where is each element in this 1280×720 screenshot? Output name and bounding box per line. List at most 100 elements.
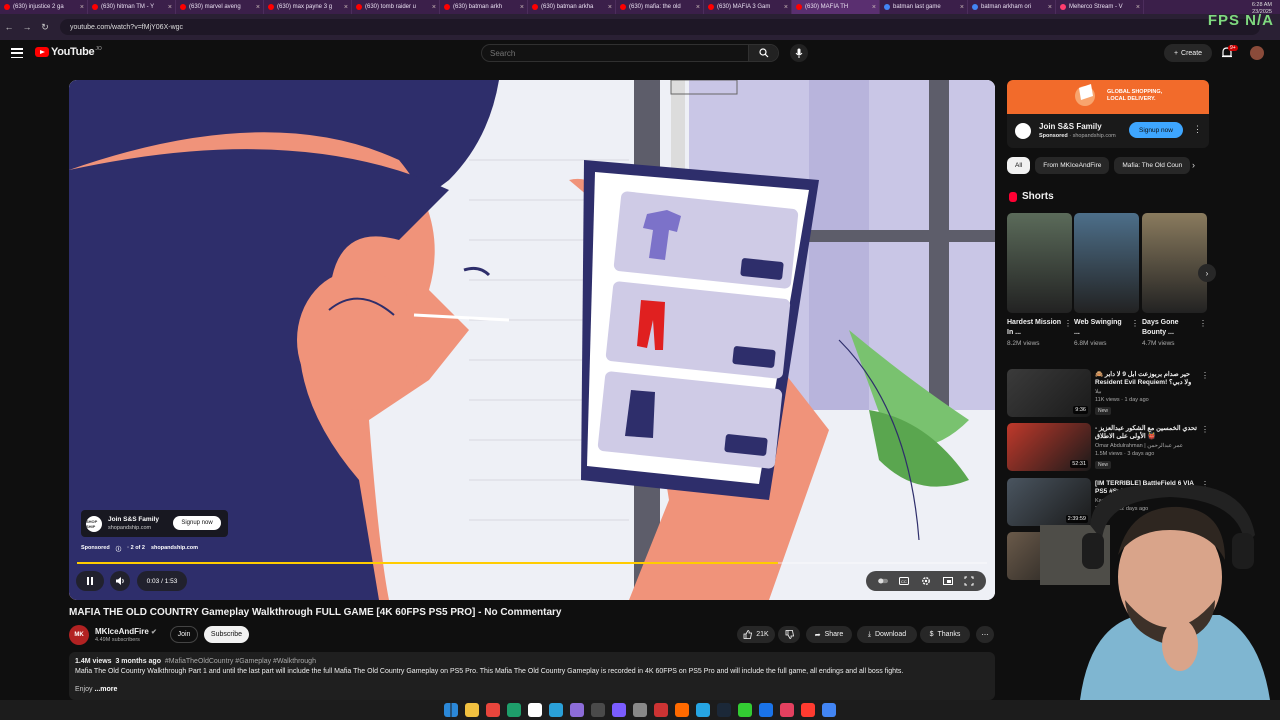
steam-icon[interactable] xyxy=(717,703,731,717)
ad-signup-button[interactable]: Signup now xyxy=(173,516,221,530)
tab-close-icon[interactable]: × xyxy=(872,4,876,11)
sidebar-ad-row[interactable]: Join S&S Family Sponsored · shopandship.… xyxy=(1007,114,1209,148)
app-icon[interactable] xyxy=(759,703,773,717)
voice-search-button[interactable] xyxy=(790,44,808,62)
create-button[interactable]: + Create xyxy=(1164,44,1212,62)
more-vert-icon[interactable]: ⋮ xyxy=(1201,371,1209,380)
shorts-next-button[interactable]: › xyxy=(1198,264,1216,282)
discord-icon[interactable] xyxy=(570,703,584,717)
browser-tab[interactable]: (630) batman arkha × xyxy=(528,0,616,14)
browser-tab[interactable]: (630) MAFIA 3 Gam × xyxy=(704,0,792,14)
firefox-icon[interactable] xyxy=(675,703,689,717)
short-title[interactable]: Hardest Mission In ... xyxy=(1007,318,1062,338)
rec-title[interactable]: تحدي الخمسين مع الشكور عبدالعزيز - الأول… xyxy=(1095,425,1201,441)
browser-tab[interactable]: (630) tomb raider u × xyxy=(352,0,440,14)
join-button[interactable]: Join xyxy=(170,626,198,643)
browser-tab[interactable]: Meherco Stream - V × xyxy=(1056,0,1144,14)
edge-icon[interactable] xyxy=(507,703,521,717)
youtube-logo[interactable]: YouTube JO xyxy=(35,46,102,58)
share-button[interactable]: ➦ Share xyxy=(806,626,852,643)
browser-tab[interactable]: (630) max payne 3 g × xyxy=(264,0,352,14)
tab-close-icon[interactable]: × xyxy=(1136,4,1140,11)
more-vert-icon[interactable]: ⋮ xyxy=(1064,319,1072,328)
info-icon[interactable]: ⓘ xyxy=(116,545,122,553)
sidebar-ad-banner[interactable]: GLOBAL SHOPPING, LOCAL DELIVERY. xyxy=(1007,80,1209,114)
tab-close-icon[interactable]: × xyxy=(1048,4,1052,11)
search-button[interactable] xyxy=(748,45,778,61)
short-thumbnail[interactable] xyxy=(1074,213,1139,313)
tab-close-icon[interactable]: × xyxy=(608,4,612,11)
ad-domain-link[interactable]: shopandship.com xyxy=(151,545,198,553)
captions-icon[interactable]: CC xyxy=(899,576,910,586)
recommended-video[interactable]: 52:31 تحدي الخمسين مع الشكور عبدالعزيز - … xyxy=(1007,423,1209,473)
more-vert-icon[interactable]: ⋮ xyxy=(1199,319,1207,328)
browser-tab[interactable]: (630) MAFIA TH × xyxy=(792,0,880,14)
app-icon[interactable] xyxy=(780,703,794,717)
rec-channel[interactable]: Omar Abdulrahman | عمر عبدالرحمن xyxy=(1095,443,1183,449)
download-button[interactable]: ⤓ Download xyxy=(857,626,917,643)
more-vert-icon[interactable]: ⋮ xyxy=(1193,124,1202,135)
filter-chip[interactable]: Mafia: The Old Coun xyxy=(1114,157,1191,174)
tab-close-icon[interactable]: × xyxy=(520,4,524,11)
tab-close-icon[interactable]: × xyxy=(80,4,84,11)
search-input[interactable] xyxy=(482,48,748,58)
rec-thumbnail[interactable]: 9:36 xyxy=(1007,369,1091,417)
dislike-button[interactable] xyxy=(778,626,800,643)
thanks-button[interactable]: $ Thanks xyxy=(920,626,970,643)
terminal-icon[interactable] xyxy=(591,703,605,717)
settings-icon[interactable] xyxy=(528,703,542,717)
rec-channel[interactable]: بيلا xyxy=(1095,389,1101,395)
volume-button[interactable] xyxy=(110,571,130,591)
chrome-icon[interactable] xyxy=(822,703,836,717)
rec-thumbnail[interactable]: 52:31 xyxy=(1007,423,1091,471)
browser-tab[interactable]: (630) injustice 2 ga × xyxy=(0,0,88,14)
filter-chip[interactable]: From MKIceAndFire xyxy=(1035,157,1110,174)
video-player[interactable]: SHOP SHIP Join S&S Family shopandship.co… xyxy=(69,80,995,600)
more-vert-icon[interactable]: ⋮ xyxy=(1131,319,1139,328)
xbox-icon[interactable] xyxy=(738,703,752,717)
short-title[interactable]: Web Swinging ... xyxy=(1074,318,1129,338)
channel-name[interactable]: MKIceAndFire ✔ xyxy=(95,627,157,636)
forward-icon[interactable]: → xyxy=(18,22,36,32)
file-explorer-icon[interactable] xyxy=(465,703,479,717)
more-actions-button[interactable]: ⋯ xyxy=(976,626,994,643)
browser-tab[interactable]: batman last game × xyxy=(880,0,968,14)
fullscreen-icon[interactable] xyxy=(964,576,974,586)
short-card[interactable]: Days Gone Bounty ... 4.7M views ⋮ xyxy=(1142,213,1207,347)
app-icon[interactable] xyxy=(549,703,563,717)
app-icon[interactable] xyxy=(654,703,668,717)
tab-close-icon[interactable]: × xyxy=(784,4,788,11)
short-thumbnail[interactable] xyxy=(1007,213,1072,313)
browser-tab[interactable]: (630) hitman TM - Y × xyxy=(88,0,176,14)
ad-overlay-card[interactable]: SHOP SHIP Join S&S Family shopandship.co… xyxy=(81,510,228,537)
app-icon[interactable] xyxy=(696,703,710,717)
chevron-right-icon[interactable]: › xyxy=(1192,160,1195,170)
browser-tab[interactable]: (630) marvel aveng × xyxy=(176,0,264,14)
short-card[interactable]: Hardest Mission In ... 8.2M views ⋮ xyxy=(1007,213,1072,347)
windows-start-icon[interactable] xyxy=(444,703,458,717)
rec-title[interactable]: 🙈 حير صدام بربوزعت ابل 9 لا دابر Residen… xyxy=(1095,371,1201,387)
short-title[interactable]: Days Gone Bounty ... xyxy=(1142,318,1197,338)
theater-mode-icon[interactable] xyxy=(942,576,953,586)
browser-tab[interactable]: (630) batman arkh × xyxy=(440,0,528,14)
subscribe-button[interactable]: Subscribe xyxy=(204,626,249,643)
tab-close-icon[interactable]: × xyxy=(960,4,964,11)
short-thumbnail[interactable] xyxy=(1142,213,1207,313)
recommended-video[interactable]: 9:36 🙈 حير صدام بربوزعت ابل 9 لا دابر Res… xyxy=(1007,369,1209,419)
menu-icon[interactable] xyxy=(11,48,23,58)
browser-tab[interactable]: (630) mafia: the old × xyxy=(616,0,704,14)
filter-chip[interactable]: All xyxy=(1007,157,1031,174)
app-icon[interactable] xyxy=(801,703,815,717)
more-vert-icon[interactable]: ⋮ xyxy=(1201,425,1209,434)
tab-close-icon[interactable]: × xyxy=(696,4,700,11)
account-avatar[interactable] xyxy=(1250,46,1264,60)
pause-button[interactable] xyxy=(76,571,104,591)
tab-close-icon[interactable]: × xyxy=(256,4,260,11)
description-box[interactable]: 1.4M views 3 months ago #MafiaTheOldCoun… xyxy=(69,652,995,700)
chrome-icon[interactable] xyxy=(486,703,500,717)
browser-tab[interactable]: batman arkham ori × xyxy=(968,0,1056,14)
short-card[interactable]: Web Swinging ... 6.8M views ⋮ xyxy=(1074,213,1139,347)
epic-games-icon[interactable] xyxy=(633,703,647,717)
show-more-link[interactable]: ...more xyxy=(94,686,117,693)
hashtags[interactable]: #MafiaTheOldCountry #Gameplay #Walkthrou… xyxy=(165,658,316,665)
